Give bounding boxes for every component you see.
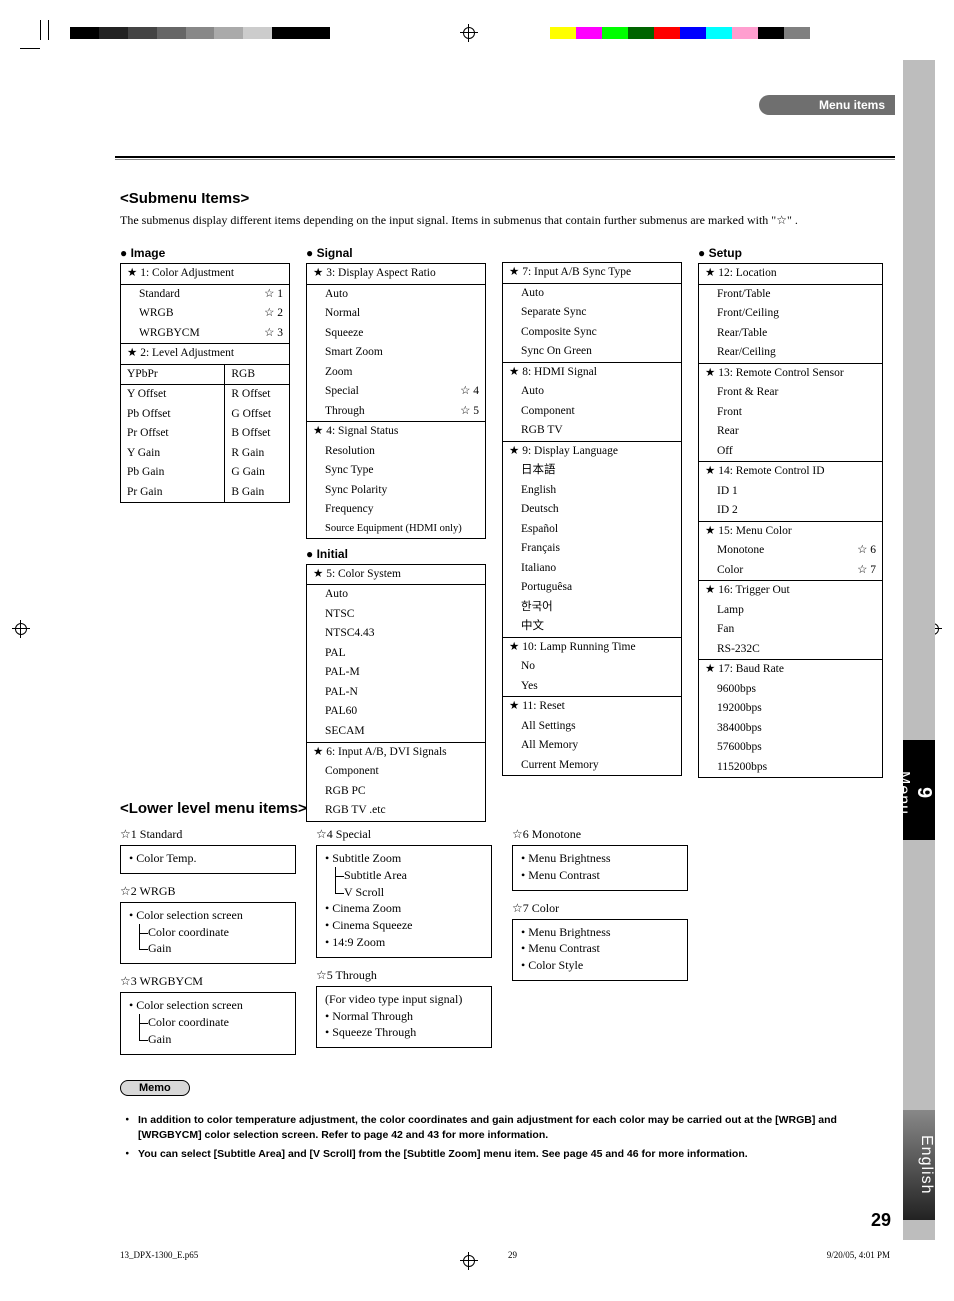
crop-mark <box>40 20 41 40</box>
registration-mark-icon <box>12 620 30 638</box>
page-number: 29 <box>871 1210 891 1231</box>
star-icon: ★ <box>127 267 137 279</box>
language-tab: English <box>903 1110 935 1220</box>
lower-title: <Lower level menu items> <box>120 800 890 817</box>
chapter-tab: 9 Menu <box>903 740 935 840</box>
box-wrgb: • Color selection screen Color coordinat… <box>120 902 296 964</box>
page: 9 Menu English Menu items <Submenu Items… <box>55 60 935 1260</box>
signal-table-2: ★ 7: Input A/B Sync Type Auto Separate S… <box>502 262 682 776</box>
open-star-icon: ☆ <box>776 213 787 227</box>
calibration-bar-left <box>70 27 330 39</box>
cat-image: Image <box>120 246 290 260</box>
memo: Memo In addition to color temperature ad… <box>120 1080 890 1173</box>
lower-level: <Lower level menu items> ☆1 Standard • C… <box>120 800 890 1055</box>
memo-item: In addition to color temperature adjustm… <box>138 1113 890 1143</box>
cat-setup: Setup <box>698 246 883 260</box>
header-rule-sub <box>115 159 895 160</box>
chapter-number: 9 <box>912 740 935 840</box>
desc-a: The submenus display different items dep… <box>120 213 776 227</box>
box-standard: • Color Temp. <box>120 845 296 874</box>
image-table: ★ 1: Color Adjustment Standard☆ 1 WRGB☆ … <box>120 263 290 503</box>
memo-label: Memo <box>120 1080 190 1096</box>
footer-page: 29 <box>508 1250 517 1260</box>
cat-initial: Initial <box>306 547 486 561</box>
footer-file: 13_DPX-1300_E.p65 <box>120 1250 198 1260</box>
calibration-bar-right <box>550 27 810 39</box>
submenu-desc: The submenus display different items dep… <box>120 213 890 228</box>
box-color: • Menu Brightness • Menu Contrast • Colo… <box>512 919 688 981</box>
side-tab-bg <box>903 60 935 1240</box>
chapter-label: Menu <box>895 765 912 815</box>
box-monotone: • Menu Brightness • Menu Contrast <box>512 845 688 891</box>
desc-b: " . <box>787 213 798 227</box>
box-special: • Subtitle Zoom Subtitle Area V Scroll •… <box>316 845 492 958</box>
memo-item: You can select [Subtitle Area] and [V Sc… <box>138 1147 890 1162</box>
box-wrgbycm: • Color selection screen Color coordinat… <box>120 992 296 1054</box>
box-through: (For video type input signal) • Normal T… <box>316 986 492 1048</box>
crop-mark <box>48 20 49 40</box>
main-content: <Submenu Items> The submenus display dif… <box>120 190 890 822</box>
initial-table: ★ 5: Color System Auto NTSC NTSC4.43 PAL… <box>306 564 486 822</box>
submenu-title: <Submenu Items> <box>120 190 890 207</box>
cat-signal: Signal <box>306 246 486 260</box>
header-section: Menu items <box>759 95 895 115</box>
crop-mark <box>20 48 40 49</box>
footer-date: 9/20/05, 4:01 PM <box>827 1250 890 1260</box>
registration-mark-icon <box>460 24 478 42</box>
signal-table: ★ 3: Display Aspect Ratio Auto Normal Sq… <box>306 263 486 539</box>
footer: 13_DPX-1300_E.p65 29 9/20/05, 4:01 PM <box>120 1250 890 1260</box>
setup-table: ★ 12: Location Front/Table Front/Ceiling… <box>698 263 883 778</box>
header-rule <box>115 156 895 158</box>
